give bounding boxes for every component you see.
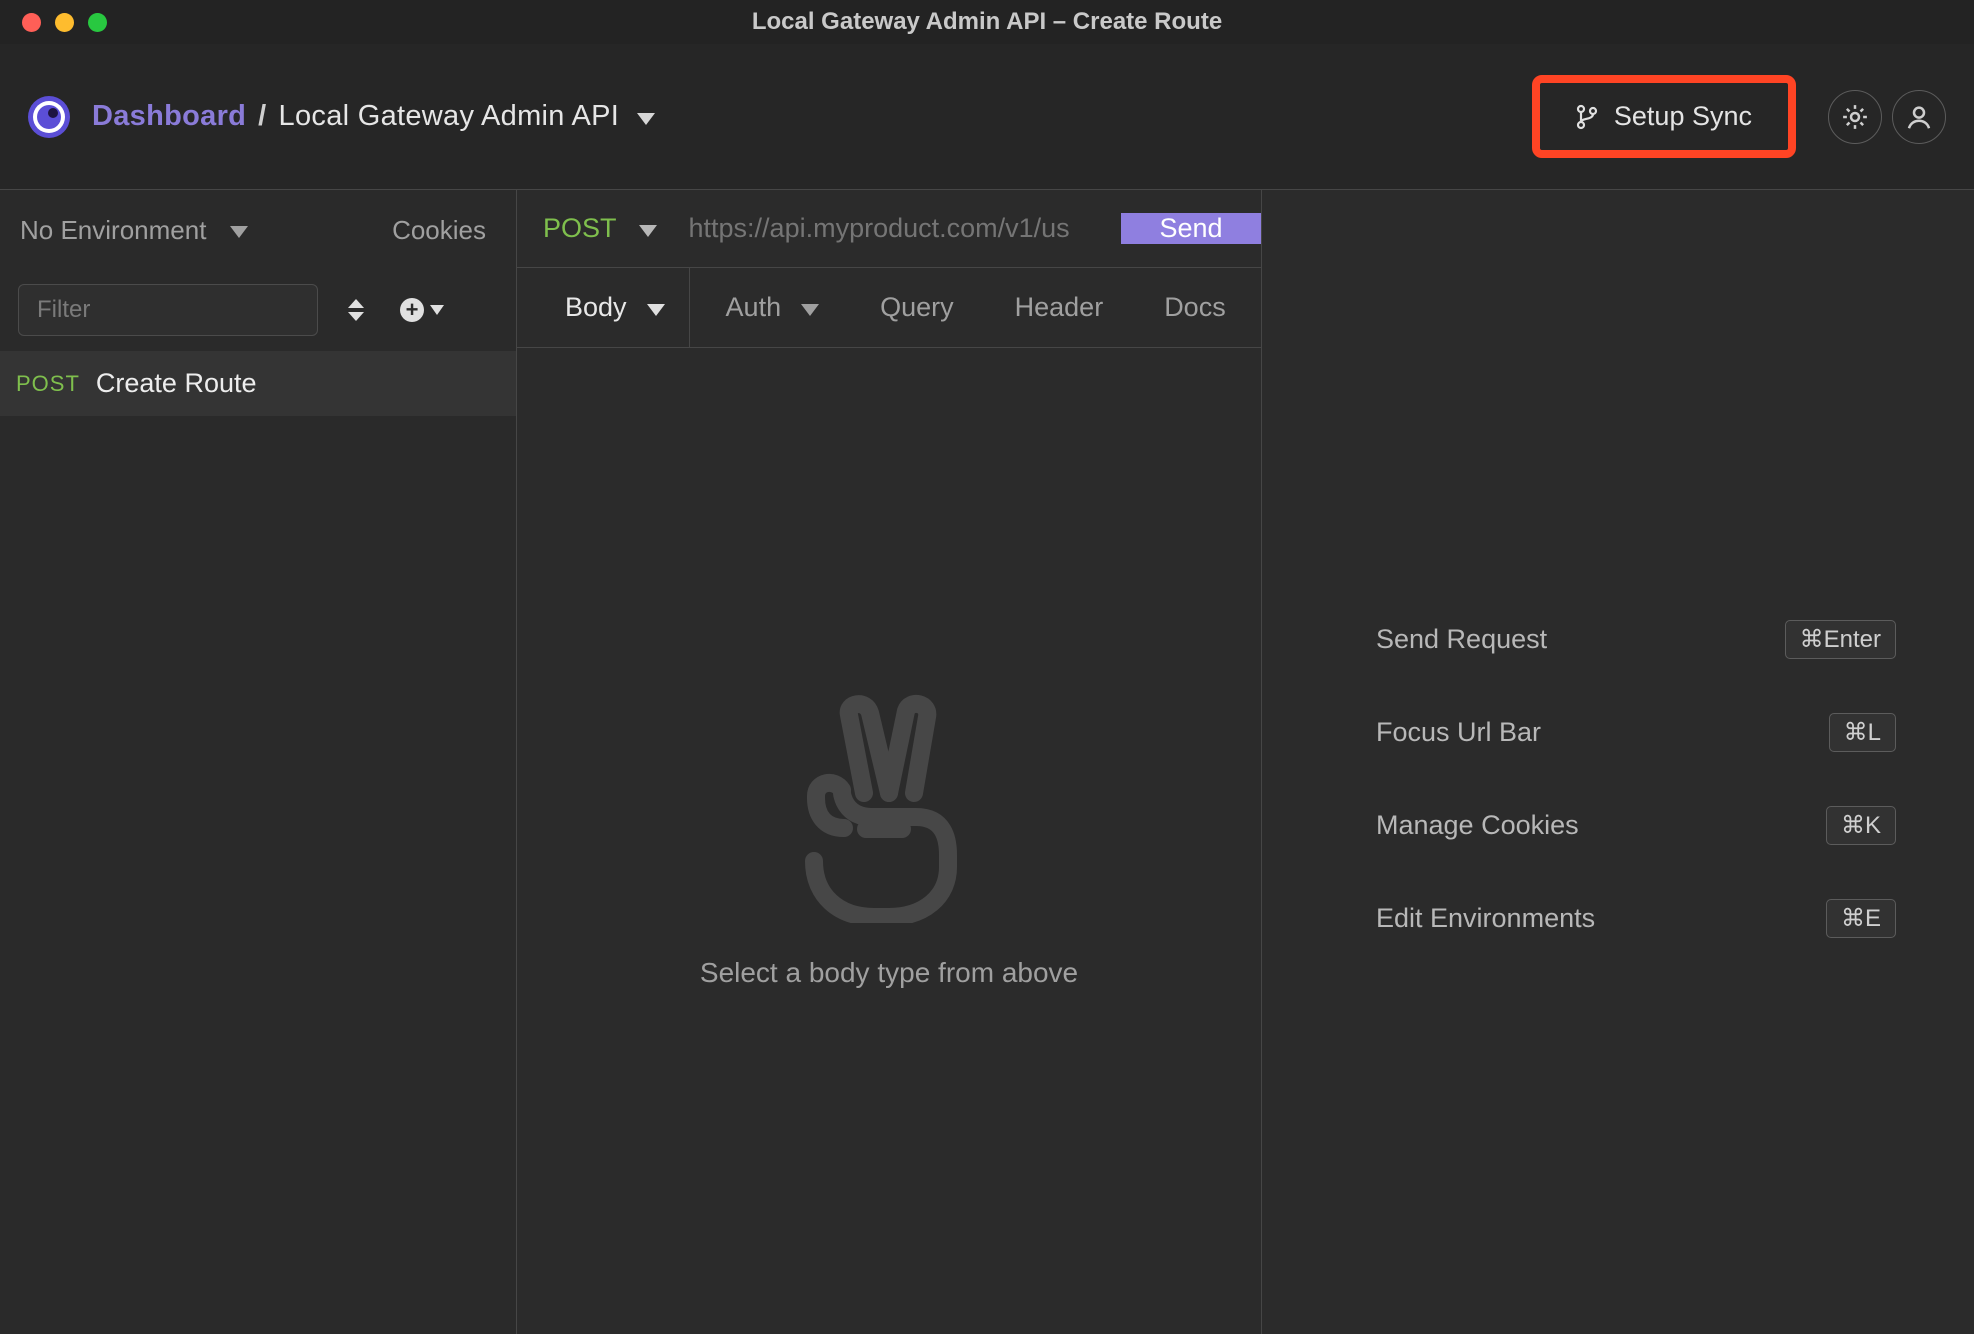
request-method-badge: POST: [16, 371, 80, 397]
tab-docs-label: Docs: [1164, 292, 1226, 323]
breadcrumb-workspace[interactable]: Local Gateway Admin API: [279, 100, 620, 133]
sidebar-toolbar: +: [0, 270, 516, 350]
send-button[interactable]: Send: [1121, 213, 1261, 244]
tab-body-label: Body: [565, 292, 627, 323]
environment-label: No Environment: [20, 215, 206, 246]
titlebar: Local Gateway Admin API – Create Route: [0, 0, 1974, 44]
plus-icon: +: [400, 298, 424, 322]
cookies-button[interactable]: Cookies: [372, 207, 506, 254]
tab-query-label: Query: [880, 292, 954, 323]
shortcut-send-request: Send Request ⌘Enter: [1376, 620, 1896, 659]
filter-input[interactable]: [18, 284, 318, 336]
method-selector[interactable]: POST: [543, 213, 675, 244]
breadcrumb: Dashboard / Local Gateway Admin API: [92, 100, 655, 133]
shortcut-key: ⌘Enter: [1785, 620, 1896, 659]
window-title: Local Gateway Admin API – Create Route: [0, 8, 1974, 36]
breadcrumb-separator: /: [258, 100, 266, 133]
setup-sync-label: Setup Sync: [1614, 101, 1752, 132]
traffic-lights: [22, 13, 107, 32]
tab-query[interactable]: Query: [856, 268, 979, 347]
maximize-window-button[interactable]: [88, 13, 107, 32]
request-editor: POST Send Body Auth Query: [517, 190, 1262, 1334]
body-empty-hint: Select a body type from above: [700, 957, 1078, 989]
request-list: POST Create Route: [0, 350, 516, 1334]
main-pane: POST Send Body Auth Query: [517, 190, 1974, 1334]
tab-auth-label: Auth: [726, 292, 782, 323]
shortcut-label: Focus Url Bar: [1376, 717, 1829, 748]
response-pane: Send Request ⌘Enter Focus Url Bar ⌘L Man…: [1262, 190, 1974, 1334]
shortcut-key: ⌘K: [1826, 806, 1896, 845]
breadcrumb-dashboard[interactable]: Dashboard: [92, 100, 246, 133]
gear-icon: [1840, 102, 1870, 132]
caret-down-icon: [230, 226, 248, 238]
caret-down-icon: [801, 304, 819, 316]
settings-button[interactable]: [1828, 90, 1882, 144]
caret-down-icon: [647, 304, 665, 316]
tab-auth[interactable]: Auth: [702, 268, 845, 347]
sort-icon: [348, 299, 364, 321]
tab-docs[interactable]: Docs: [1140, 268, 1251, 347]
add-request-button[interactable]: +: [394, 292, 450, 328]
close-window-button[interactable]: [22, 13, 41, 32]
tab-header-label: Header: [1015, 292, 1104, 323]
shortcut-label: Send Request: [1376, 624, 1785, 655]
app-header: Dashboard / Local Gateway Admin API Setu…: [0, 44, 1974, 190]
caret-down-icon: [639, 225, 657, 237]
peace-hand-icon: [794, 693, 984, 923]
sort-button[interactable]: [342, 293, 370, 327]
request-name-label: Create Route: [96, 368, 257, 399]
url-bar: POST: [517, 213, 1121, 244]
shortcut-focus-url: Focus Url Bar ⌘L: [1376, 713, 1896, 752]
shortcut-key: ⌘L: [1829, 713, 1896, 752]
tab-body[interactable]: Body: [541, 268, 690, 347]
app-logo-icon[interactable]: [28, 96, 70, 138]
shortcut-label: Manage Cookies: [1376, 810, 1826, 841]
url-row: POST Send: [517, 190, 1261, 268]
minimize-window-button[interactable]: [55, 13, 74, 32]
account-button[interactable]: [1892, 90, 1946, 144]
user-icon: [1904, 102, 1934, 132]
shortcut-edit-environments: Edit Environments ⌘E: [1376, 899, 1896, 938]
url-input[interactable]: [675, 213, 1121, 244]
tab-header[interactable]: Header: [991, 268, 1129, 347]
sidebar: No Environment Cookies + POST Create Rou…: [0, 190, 517, 1334]
request-tabs: Body Auth Query Header Docs: [517, 268, 1261, 348]
method-label: POST: [543, 213, 617, 244]
setup-sync-button[interactable]: Setup Sync: [1540, 83, 1788, 150]
shortcut-key: ⌘E: [1826, 899, 1896, 938]
request-list-item[interactable]: POST Create Route: [0, 350, 516, 416]
body-empty-state: Select a body type from above: [517, 348, 1261, 1334]
shortcut-manage-cookies: Manage Cookies ⌘K: [1376, 806, 1896, 845]
environment-selector[interactable]: No Environment: [14, 207, 372, 254]
shortcut-label: Edit Environments: [1376, 903, 1826, 934]
setup-sync-highlight: Setup Sync: [1532, 75, 1796, 158]
caret-down-icon[interactable]: [637, 113, 655, 125]
sidebar-top-row: No Environment Cookies: [0, 190, 516, 270]
branch-icon: [1576, 104, 1598, 130]
caret-down-icon: [430, 305, 444, 315]
